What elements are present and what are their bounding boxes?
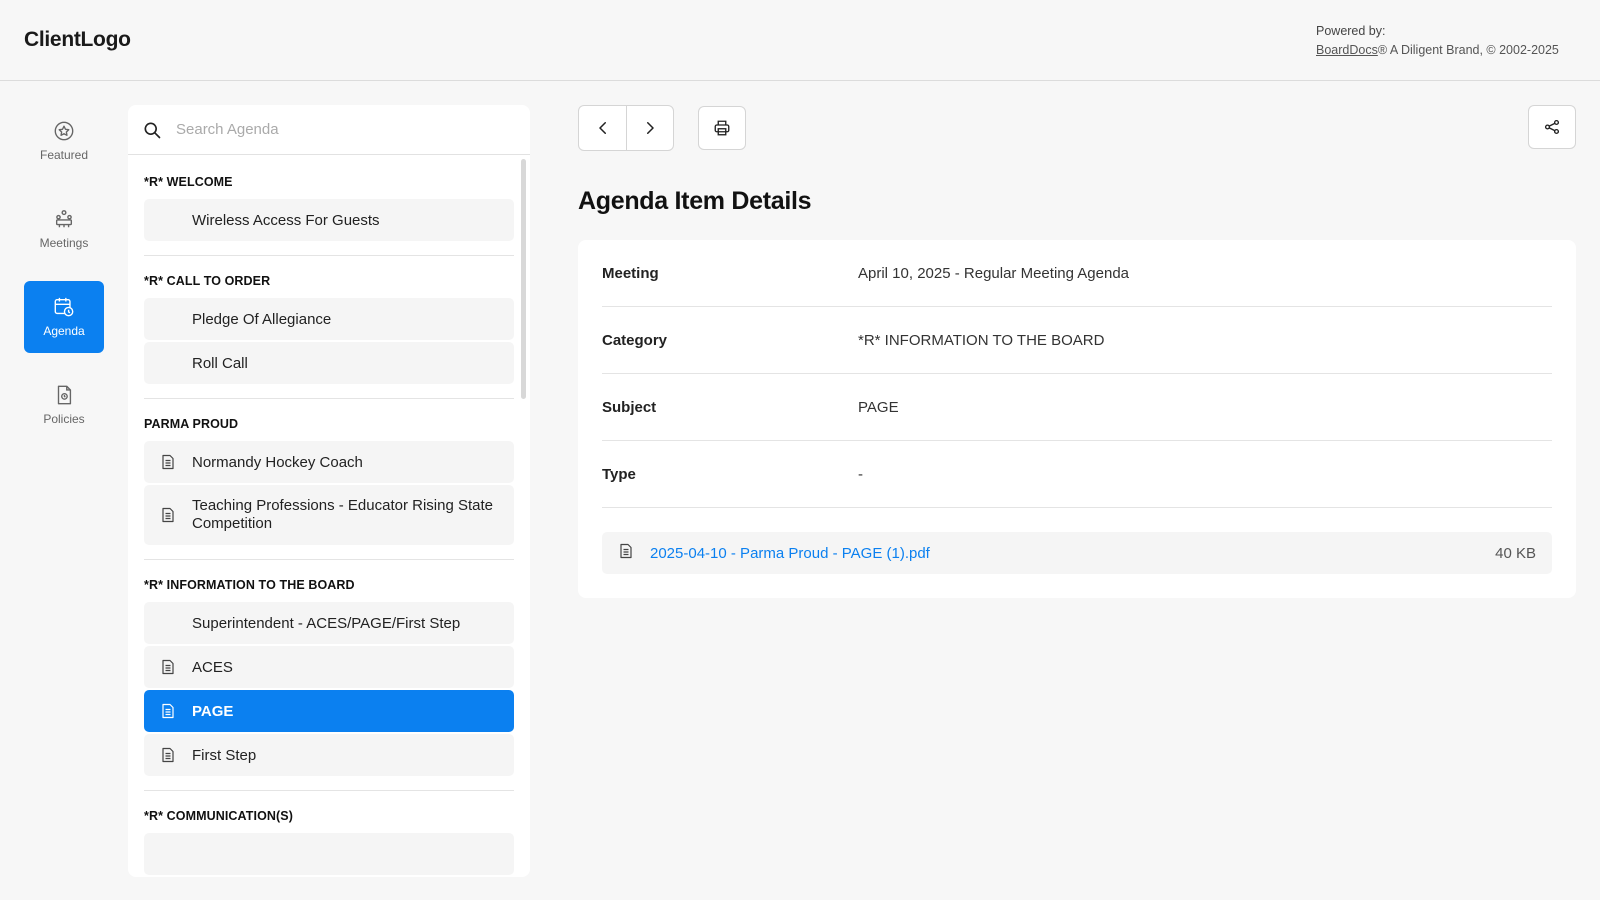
agenda-item-label: Normandy Hockey Coach: [192, 453, 363, 471]
agenda-item-label: Superintendent - ACES/PAGE/First Step: [192, 614, 461, 632]
detail-key: Type: [602, 465, 636, 483]
section-title: *R* CALL TO ORDER: [144, 274, 271, 288]
nav-label-featured: Featured: [39, 148, 89, 162]
page-title: Agenda Item Details: [578, 187, 812, 215]
agenda-item-label: ACES: [192, 658, 233, 676]
star-badge-icon: [54, 121, 74, 141]
agenda-section-information: *R* INFORMATION TO THE BOARD Superintend…: [128, 560, 530, 791]
agenda-item-wireless-access[interactable]: Wireless Access For Guests: [144, 199, 514, 241]
nav-label-meetings: Meetings: [39, 236, 89, 250]
document-icon: [162, 747, 174, 763]
detail-value: April 10, 2025 - Regular Meeting Agenda: [858, 264, 1130, 282]
nav-item-policies[interactable]: Policies: [24, 369, 104, 441]
top-bar: ClientLogo Powered by: BoardDocs® A Dili…: [0, 0, 1600, 81]
next-button[interactable]: [626, 106, 673, 150]
powered-by-label: Powered by:: [1316, 24, 1386, 38]
search-bar: [128, 105, 530, 155]
section-title: *R* INFORMATION TO THE BOARD: [144, 578, 355, 592]
client-logo[interactable]: ClientLogo: [24, 28, 131, 52]
chevron-right-icon: [647, 122, 654, 134]
agenda-item-roll-call[interactable]: Roll Call: [144, 342, 514, 384]
print-button[interactable]: [698, 106, 746, 150]
agenda-item-superintendent[interactable]: Superintendent - ACES/PAGE/First Step: [144, 602, 514, 644]
search-input[interactable]: [176, 121, 496, 138]
brand-line: BoardDocs® A Diligent Brand, © 2002-2025: [1316, 41, 1576, 60]
attachment-link[interactable]: 2025-04-10 - Parma Proud - PAGE (1).pdf: [650, 545, 930, 562]
meeting-icon: [55, 210, 73, 228]
boarddocs-link[interactable]: BoardDocs: [1316, 43, 1378, 57]
agenda-section-parma-proud: PARMA PROUD Normandy Hockey Coach Teachi…: [128, 399, 530, 560]
agenda-item-page[interactable]: PAGE: [144, 690, 514, 732]
section-title: PARMA PROUD: [144, 417, 239, 431]
nav-item-meetings[interactable]: Meetings: [24, 193, 104, 265]
detail-row-category: Category *R* INFORMATION TO THE BOARD: [602, 307, 1552, 374]
detail-key: Meeting: [602, 264, 659, 282]
agenda-item-label: PAGE: [192, 702, 234, 720]
share-icon: [1544, 119, 1560, 135]
agenda-section-call-to-order: *R* CALL TO ORDER Pledge Of Allegiance R…: [128, 256, 530, 399]
printer-icon: [714, 120, 730, 136]
document-icon: [620, 543, 632, 559]
agenda-item-label: Wireless Access For Guests: [192, 211, 380, 229]
agenda-item-normandy-hockey[interactable]: Normandy Hockey Coach: [144, 441, 514, 483]
agenda-item-aces[interactable]: ACES: [144, 646, 514, 688]
agenda-item-partial[interactable]: [144, 833, 514, 875]
nav-item-agenda[interactable]: Agenda: [24, 281, 104, 353]
calendar-clock-icon: [54, 297, 74, 317]
powered-by: Powered by: BoardDocs® A Diligent Brand,…: [1316, 22, 1576, 60]
detail-value: *R* INFORMATION TO THE BOARD: [858, 331, 1105, 349]
search-icon: [144, 122, 161, 138]
share-button[interactable]: [1528, 105, 1576, 149]
details-card: Meeting April 10, 2025 - Regular Meeting…: [578, 240, 1576, 598]
nav-label-agenda: Agenda: [43, 324, 85, 338]
document-icon: [162, 703, 174, 719]
chevron-left-icon: [598, 122, 606, 134]
main-content: Agenda Item Details Meeting April 10, 20…: [578, 105, 1576, 598]
agenda-item-label: Teaching Professions - Educator Rising S…: [192, 497, 493, 532]
nav-item-featured[interactable]: Featured: [24, 105, 104, 177]
detail-key: Category: [602, 331, 668, 349]
detail-row-type: Type -: [602, 441, 1552, 508]
detail-key: Subject: [602, 398, 657, 416]
attachment-row[interactable]: 2025-04-10 - Parma Proud - PAGE (1).pdf …: [602, 532, 1552, 574]
document-icon: [162, 507, 174, 523]
detail-row-meeting: Meeting April 10, 2025 - Regular Meeting…: [602, 240, 1552, 307]
agenda-panel: *R* WELCOME Wireless Access For Guests *…: [128, 105, 530, 877]
agenda-section-welcome: *R* WELCOME Wireless Access For Guests: [128, 157, 530, 256]
agenda-item-label: Pledge Of Allegiance: [192, 310, 332, 328]
detail-value: PAGE: [858, 398, 899, 416]
policy-document-icon: [57, 385, 72, 405]
agenda-item-pledge[interactable]: Pledge Of Allegiance: [144, 298, 514, 340]
toolbar: [578, 105, 1576, 151]
detail-value: -: [858, 465, 863, 483]
agenda-section-communications: *R* COMMUNICATION(S): [128, 791, 530, 875]
agenda-item-teaching-professions[interactable]: Teaching Professions - Educator Rising S…: [144, 485, 514, 545]
document-icon: [162, 659, 174, 675]
agenda-item-label: Roll Call: [192, 354, 248, 372]
previous-button[interactable]: [579, 106, 626, 150]
section-title: *R* WELCOME: [144, 175, 233, 189]
attachment-size: 40 KB: [1495, 544, 1536, 562]
prev-next-group: [578, 105, 674, 151]
agenda-item-first-step[interactable]: First Step: [144, 734, 514, 776]
agenda-item-label: First Step: [192, 746, 257, 764]
nav-label-policies: Policies: [43, 412, 85, 426]
detail-row-subject: Subject PAGE: [602, 374, 1552, 441]
brand-copyright: ® A Diligent Brand, © 2002-2025: [1377, 43, 1559, 57]
agenda-list: *R* WELCOME Wireless Access For Guests *…: [128, 157, 530, 877]
section-title: *R* COMMUNICATION(S): [144, 809, 293, 823]
side-nav: Featured Meetings Agenda Policies: [24, 105, 104, 457]
document-icon: [162, 454, 174, 470]
